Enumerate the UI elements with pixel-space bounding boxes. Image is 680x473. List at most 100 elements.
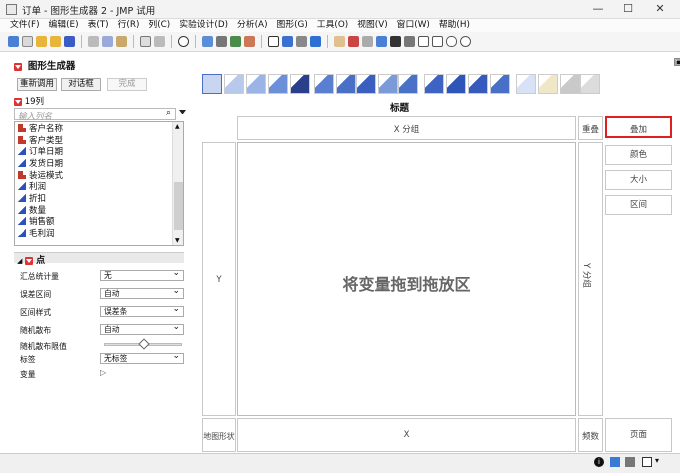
menu-item[interactable]: 帮助(H) xyxy=(439,19,470,32)
polygon-tool-icon[interactable] xyxy=(446,36,457,47)
crosshair-icon[interactable] xyxy=(296,36,307,47)
panel-toggle-icon[interactable]: ▣ xyxy=(674,58,680,66)
density-graph-icon[interactable] xyxy=(290,74,310,94)
area-graph-icon[interactable] xyxy=(356,74,376,94)
menu-item[interactable]: 表(T) xyxy=(88,19,109,32)
open-folder-icon[interactable] xyxy=(36,36,47,47)
menu-item[interactable]: 行(R) xyxy=(118,19,140,32)
menu-item[interactable]: 窗口(W) xyxy=(397,19,430,32)
data-table-icon[interactable] xyxy=(202,36,213,47)
red-triangle-icon[interactable] xyxy=(25,256,34,265)
jitter-limit-slider[interactable] xyxy=(104,338,182,350)
smoother-graph-icon[interactable] xyxy=(246,74,266,94)
box-plot-graph-icon[interactable] xyxy=(378,74,398,94)
home-icon[interactable] xyxy=(610,457,620,467)
hand-tool-icon[interactable] xyxy=(334,36,345,47)
column-count[interactable]: 19列 xyxy=(14,95,44,107)
points-graph-icon[interactable] xyxy=(202,74,222,94)
column-item[interactable]: 客户名称 xyxy=(15,122,183,134)
help-tool-icon[interactable] xyxy=(282,36,293,47)
window-list-icon[interactable] xyxy=(625,457,635,467)
menu-item[interactable]: 视图(V) xyxy=(357,19,387,32)
search-icon[interactable] xyxy=(178,36,189,47)
dialog-button[interactable]: 对话框 xyxy=(61,78,101,91)
chart-icon[interactable] xyxy=(230,36,241,47)
oval-tool-icon[interactable] xyxy=(460,36,471,47)
layout-dropdown-icon[interactable]: ▾ xyxy=(655,456,659,465)
collapse-icon[interactable]: ◢ xyxy=(17,257,22,265)
histogram-graph-icon[interactable] xyxy=(398,74,418,94)
journal-icon[interactable] xyxy=(140,36,151,47)
treemap-graph-icon[interactable] xyxy=(468,74,488,94)
info-icon[interactable]: i xyxy=(594,457,604,467)
variables-expand-icon[interactable]: ▷ xyxy=(100,368,106,377)
column-item[interactable]: 发货日期 xyxy=(15,157,183,169)
points-option-select[interactable]: 无 xyxy=(100,269,184,281)
pie-graph-icon[interactable] xyxy=(446,74,466,94)
maximize-button[interactable]: ☐ xyxy=(618,1,638,17)
contour-graph-icon[interactable] xyxy=(224,74,244,94)
zoom-icon[interactable] xyxy=(376,36,387,47)
parallel-graph-icon[interactable] xyxy=(580,74,600,94)
done-button[interactable]: 完成 xyxy=(107,78,147,91)
map-shape-graph-icon[interactable] xyxy=(560,74,580,94)
heatmap-graph-icon[interactable] xyxy=(424,74,444,94)
menu-item[interactable]: 实验设计(D) xyxy=(179,19,228,32)
new-table-icon[interactable] xyxy=(8,36,19,47)
column-list-scrollbar[interactable]: ▲ ▼ xyxy=(172,122,183,245)
color-zone-button[interactable]: 颜色 xyxy=(605,145,672,165)
mosaic-graph-icon[interactable] xyxy=(490,74,510,94)
line-graph-icon[interactable] xyxy=(314,74,334,94)
search-options-icon[interactable] xyxy=(179,110,186,117)
interval-zone-button[interactable]: 区间 xyxy=(605,195,672,215)
menu-item[interactable]: 列(C) xyxy=(148,19,170,32)
x-zone[interactable]: X xyxy=(237,418,576,452)
column-item[interactable]: 装运模式 xyxy=(15,169,183,181)
red-triangle-icon[interactable] xyxy=(14,62,22,71)
x-group-zone[interactable]: X 分组 xyxy=(237,116,576,140)
menu-item[interactable]: 工具(O) xyxy=(317,19,348,32)
layout-icon[interactable] xyxy=(154,36,165,47)
graph-builder-icon[interactable] xyxy=(244,36,255,47)
overlay-zone-button[interactable]: 叠加 xyxy=(605,116,672,138)
menu-item[interactable]: 编辑(E) xyxy=(49,19,79,32)
formula-graph-icon[interactable] xyxy=(538,74,558,94)
points-option-select[interactable]: 自动 xyxy=(100,287,184,299)
points-option-select[interactable]: 误差条 xyxy=(100,305,184,317)
ellipse-graph-icon[interactable] xyxy=(268,74,288,94)
line-tool-icon[interactable] xyxy=(404,36,415,47)
overlay-top-zone[interactable]: 重叠 xyxy=(578,116,603,140)
undo-button[interactable]: 重新调用 xyxy=(17,78,57,91)
column-list[interactable]: 客户名称 客户类型 订单日期 发货日期 装运模式 利润 折扣 数量 销售额 毛利润 ▲ ▼ xyxy=(14,121,184,246)
rectangle-tool-icon[interactable] xyxy=(432,36,443,47)
report-icon[interactable] xyxy=(216,36,227,47)
points-option-select[interactable]: 无标签 xyxy=(100,352,184,364)
graph-title[interactable]: 标题 xyxy=(390,100,409,114)
bar-graph-icon[interactable] xyxy=(336,74,356,94)
slider-handle[interactable] xyxy=(138,338,150,350)
plus-tool-icon[interactable] xyxy=(390,36,401,47)
caption-box-icon[interactable] xyxy=(516,74,536,94)
column-item[interactable]: 利润 xyxy=(15,180,183,192)
selection-icon[interactable] xyxy=(310,36,321,47)
close-button[interactable]: ✕ xyxy=(650,1,670,17)
column-search-input[interactable]: 输入列名 ⌕ xyxy=(14,108,176,122)
copy-icon[interactable] xyxy=(102,36,113,47)
new-script-icon[interactable] xyxy=(22,36,33,47)
open-icon[interactable] xyxy=(50,36,61,47)
text-tool-icon[interactable] xyxy=(418,36,429,47)
freq-zone[interactable]: 频数 xyxy=(578,418,603,452)
red-triangle-icon[interactable] xyxy=(14,97,22,106)
brush-icon[interactable] xyxy=(348,36,359,47)
search-icon[interactable]: ⌕ xyxy=(166,108,171,118)
column-item[interactable]: 订单日期 xyxy=(15,145,183,157)
layout-toggle-icon[interactable] xyxy=(642,457,652,467)
arrow-tool-icon[interactable] xyxy=(268,36,279,47)
map-shape-zone[interactable]: 地图形状 xyxy=(202,418,236,452)
save-icon[interactable] xyxy=(64,36,75,47)
column-item[interactable]: 折扣 xyxy=(15,192,183,204)
drop-zone[interactable]: 将变量拖到拖放区 xyxy=(237,142,576,416)
scrollbar-thumb[interactable] xyxy=(174,182,183,230)
column-item[interactable]: 销售额 xyxy=(15,216,183,227)
page-zone-button[interactable]: 页面 xyxy=(605,418,672,452)
